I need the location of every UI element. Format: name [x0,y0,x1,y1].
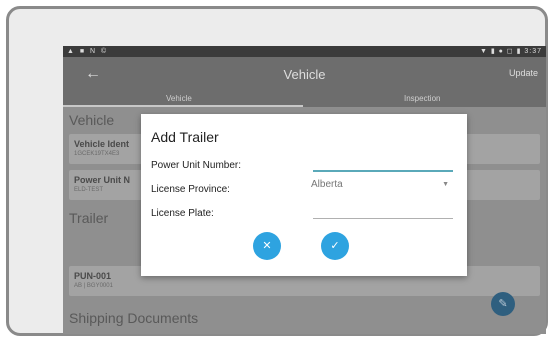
update-button[interactable]: Update [509,68,538,78]
dropdown-arrow-icon: ▼ [442,181,449,188]
page-title: Vehicle [283,67,326,82]
trailer-heading: Trailer [69,210,109,226]
device-frame: ▲ ■ N © ▼ ▮ ● ◻ ▮ 3:37 ← Vehicle Update … [6,6,548,336]
power-unit-number-input[interactable] [313,170,453,172]
close-icon: ✕ [262,240,272,252]
trailer-value: AB | BGY0001 [74,283,113,289]
confirm-button[interactable]: ✓ [321,232,349,260]
tab-inspection[interactable]: Inspection [404,94,440,103]
license-province-select[interactable]: Alberta ▼ [311,179,453,193]
license-plate-input[interactable] [313,218,453,219]
power-unit-number-label: Power Unit Number: [151,160,242,171]
vehicle-id-title: Vehicle Ident [74,139,130,149]
status-right-icons: ▼ ▮ ● ◻ ▮ 3:37 [479,48,542,55]
shipping-documents-heading: Shipping Documents [69,310,199,326]
license-province-label: License Province: [151,184,230,195]
tab-indicator [63,105,303,107]
license-province-value: Alberta [311,179,343,190]
license-plate-label: License Plate: [151,208,214,219]
trailer-title: PUN-001 [74,271,112,281]
add-trailer-dialog: Add Trailer Power Unit Number: License P… [141,114,467,276]
vehicle-heading: Vehicle [69,112,115,128]
status-left-icons: ▲ ■ N © [67,48,109,55]
tab-vehicle[interactable]: Vehicle [166,94,192,103]
status-bar: ▲ ■ N © ▼ ▮ ● ◻ ▮ 3:37 [63,46,546,57]
dialog-title: Add Trailer [151,129,219,145]
power-unit-title: Power Unit N [74,175,131,185]
device-screen: ▲ ■ N © ▼ ▮ ● ◻ ▮ 3:37 ← Vehicle Update … [63,46,546,334]
check-icon: ✓ [330,240,340,252]
cancel-button[interactable]: ✕ [253,232,281,260]
app-bar: ← Vehicle Update Vehicle Inspection [63,57,546,107]
edit-pencil-icon[interactable]: ✎ [491,292,515,316]
vehicle-id-value: 1GCEK19TX4E3 [74,151,120,157]
power-unit-value: ELD-TEST [74,187,104,193]
